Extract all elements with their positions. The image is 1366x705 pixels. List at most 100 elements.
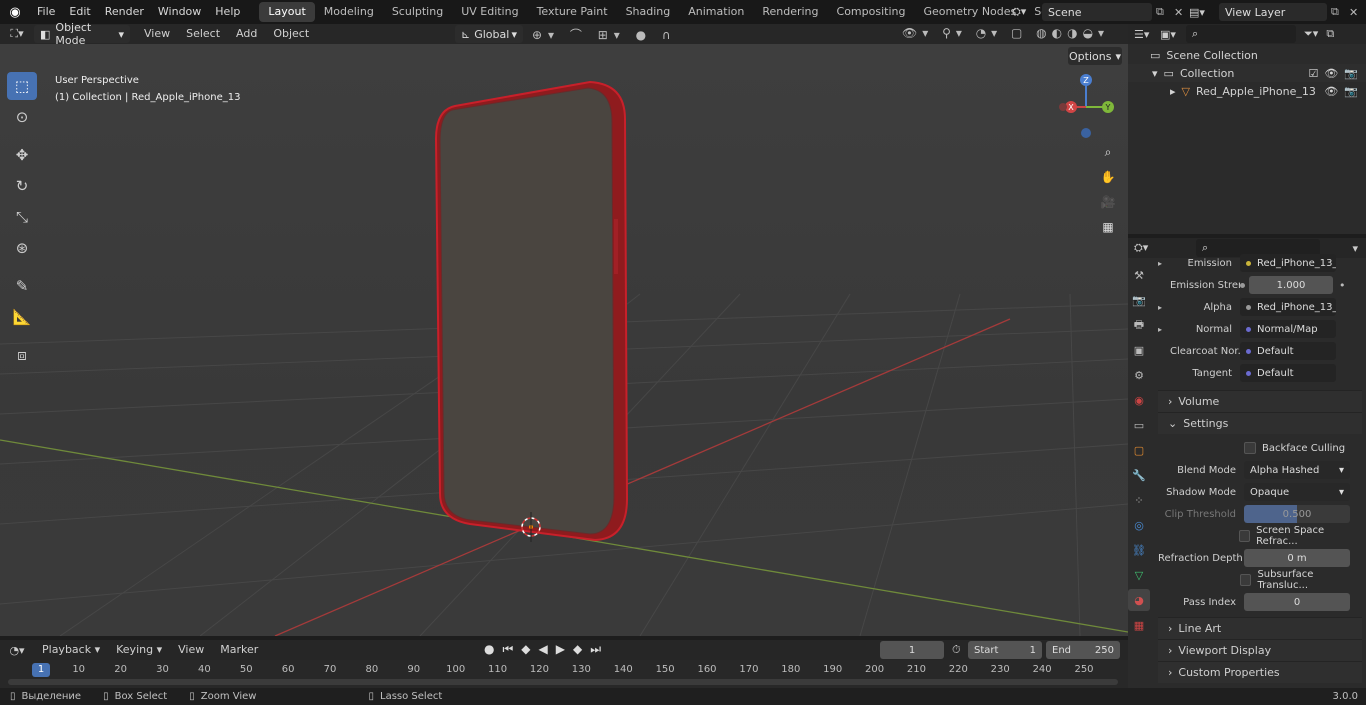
- input-value-field[interactable]: Normal/Map: [1240, 320, 1336, 338]
- outliner-editor-icon[interactable]: ☰▾: [1134, 28, 1160, 41]
- camera-icon[interactable]: 🎥: [1097, 191, 1119, 213]
- view-layer-tab-icon[interactable]: ▣: [1128, 339, 1150, 361]
- tab-rendering[interactable]: Rendering: [753, 2, 827, 22]
- filter-icon[interactable]: ⏷▾: [1304, 27, 1318, 41]
- blend-mode-dropdown[interactable]: Alpha Hashed ▾: [1244, 461, 1350, 479]
- blender-logo-icon[interactable]: ◉: [0, 5, 30, 20]
- collection-tab-icon[interactable]: ▭: [1128, 414, 1150, 436]
- zoom-icon[interactable]: ⌕: [1097, 141, 1119, 163]
- pass-index-field[interactable]: 0: [1244, 593, 1350, 611]
- backface-culling-checkbox[interactable]: [1244, 442, 1256, 454]
- checkbox-icon[interactable]: ☑: [1308, 67, 1318, 80]
- 3d-viewport[interactable]: User Perspective (1) Collection | Red_Ap…: [0, 44, 1128, 636]
- tab-sculpting[interactable]: Sculpting: [383, 2, 452, 22]
- volume-panel-header[interactable]: › Volume: [1158, 390, 1362, 412]
- select-box-tool-icon[interactable]: ⬚: [7, 72, 37, 100]
- expand-arrow-icon[interactable]: ▸: [1170, 85, 1176, 98]
- line-art-panel-header[interactable]: › Line Art: [1158, 617, 1362, 639]
- new-scene-icon[interactable]: ⧉: [1156, 5, 1170, 19]
- timeline-scrollbar[interactable]: [8, 679, 1118, 685]
- world-tab-icon[interactable]: ◉: [1128, 389, 1150, 411]
- cursor-tool-icon[interactable]: ⊙: [7, 103, 37, 131]
- camera-render-icon[interactable]: 📷: [1344, 85, 1358, 98]
- outliner-collection[interactable]: ▾ ▭ Collection ☑ 👁 📷: [1128, 64, 1366, 82]
- eye-icon[interactable]: 👁: [1324, 67, 1338, 80]
- render-tab-icon[interactable]: 📷: [1128, 289, 1150, 311]
- add-menu[interactable]: Add: [228, 24, 265, 44]
- measure-tool-icon[interactable]: 📐: [7, 303, 37, 331]
- move-tool-icon[interactable]: ✥: [7, 141, 37, 169]
- tab-animation[interactable]: Animation: [679, 2, 753, 22]
- view-menu[interactable]: View: [136, 24, 178, 44]
- object-tab-icon[interactable]: ▢: [1128, 439, 1150, 461]
- scene-name-field[interactable]: Scene: [1042, 3, 1152, 21]
- tab-compositing[interactable]: Compositing: [828, 2, 915, 22]
- expand-arrow-icon[interactable]: ▸: [1158, 325, 1170, 334]
- modifier-tab-icon[interactable]: 🔧: [1128, 464, 1150, 486]
- input-value-field[interactable]: 1.000: [1249, 276, 1333, 294]
- view-layer-field[interactable]: View Layer: [1219, 3, 1327, 21]
- expand-arrow-icon[interactable]: ▸: [1158, 303, 1170, 312]
- output-tab-icon[interactable]: 🖶: [1128, 314, 1150, 336]
- transform-tool-icon[interactable]: ⊛: [7, 234, 37, 262]
- input-value-field[interactable]: Red_iPhone_13_S...: [1240, 254, 1336, 272]
- data-tab-icon[interactable]: ▽: [1128, 564, 1150, 586]
- particles-tab-icon[interactable]: ⁘: [1128, 489, 1150, 511]
- keyframe-dot-icon[interactable]: •: [1339, 279, 1346, 292]
- scale-tool-icon[interactable]: ⤡: [7, 203, 37, 231]
- pan-hand-icon[interactable]: ✋: [1097, 166, 1119, 188]
- properties-editor-icon[interactable]: ⛭▾: [1134, 241, 1160, 255]
- tab-geometry-nodes[interactable]: Geometry Nodes: [914, 2, 1025, 22]
- tab-texture-paint[interactable]: Texture Paint: [528, 2, 617, 22]
- material-tab-icon[interactable]: ◕: [1128, 589, 1150, 611]
- constraints-tab-icon[interactable]: ⛓: [1128, 539, 1150, 561]
- custom-properties-panel-header[interactable]: › Custom Properties: [1158, 661, 1362, 683]
- object-menu[interactable]: Object: [265, 24, 317, 44]
- display-mode-icon[interactable]: ▣▾: [1160, 28, 1186, 41]
- tab-modeling[interactable]: Modeling: [315, 2, 383, 22]
- scene-tab-icon[interactable]: ⚙: [1128, 364, 1150, 386]
- iphone-model[interactable]: [434, 80, 629, 542]
- close-scene-icon[interactable]: ✕: [1174, 6, 1188, 19]
- new-view-layer-icon[interactable]: ⧉: [1331, 5, 1345, 19]
- editor-type-icon[interactable]: ⛶▾: [0, 27, 34, 41]
- annotate-tool-icon[interactable]: ✎: [7, 272, 37, 300]
- timeline[interactable]: ◔▾ Playback ▾ Keying ▾ View Marker ●⏮◆◀▶…: [0, 640, 1128, 688]
- navigation-gizmo[interactable]: Z Y X: [1052, 70, 1122, 140]
- tool-tab-icon[interactable]: ⚒: [1128, 264, 1150, 286]
- transform-orientation-dropdown[interactable]: ⊾ Global ▾: [455, 25, 523, 43]
- tab-layout[interactable]: Layout: [259, 2, 315, 22]
- viewport-display-panel-header[interactable]: › Viewport Display: [1158, 639, 1362, 661]
- screen-space-refraction-checkbox[interactable]: [1238, 530, 1251, 542]
- tab-uv-editing[interactable]: UV Editing: [452, 2, 527, 22]
- clip-threshold-slider[interactable]: 0.500: [1244, 505, 1350, 523]
- outliner-scene-collection[interactable]: ▭ Scene Collection: [1128, 46, 1366, 64]
- input-value-field[interactable]: Default: [1240, 364, 1336, 382]
- outliner-object-row[interactable]: ▸ ▽ Red_Apple_iPhone_13 👁 📷: [1128, 82, 1366, 100]
- camera-render-icon[interactable]: 📷: [1344, 67, 1358, 80]
- close-view-layer-icon[interactable]: ✕: [1349, 6, 1363, 19]
- new-collection-icon[interactable]: ⧉: [1326, 27, 1334, 41]
- view-layer-icon[interactable]: ▤▾: [1189, 6, 1215, 19]
- physics-tab-icon[interactable]: ◎: [1128, 514, 1150, 536]
- menu-help[interactable]: Help: [208, 0, 247, 24]
- snap-tools[interactable]: ⊕▾ ⌒ ⊞▾ ● ∩: [532, 26, 677, 43]
- texture-tab-icon[interactable]: ▦: [1128, 614, 1150, 636]
- expand-arrow-icon[interactable]: ▸: [1158, 259, 1170, 268]
- tab-shading[interactable]: Shading: [617, 2, 680, 22]
- perspective-grid-icon[interactable]: ▦: [1097, 216, 1119, 238]
- input-value-field[interactable]: Red_iPhone_13_R...: [1240, 298, 1336, 316]
- rotate-tool-icon[interactable]: ↻: [7, 172, 37, 200]
- expand-arrow-icon[interactable]: ▾: [1152, 67, 1158, 80]
- mode-dropdown[interactable]: ◧ Object Mode ▾: [34, 21, 130, 47]
- input-value-field[interactable]: Default: [1240, 342, 1336, 360]
- scene-icon[interactable]: ⛭▾: [1012, 5, 1038, 19]
- options-dropdown[interactable]: Options ▾: [1068, 47, 1122, 65]
- outliner-search-input[interactable]: ⌕: [1186, 25, 1296, 43]
- refraction-depth-field[interactable]: 0 m: [1244, 549, 1350, 567]
- settings-panel-header[interactable]: ⌄ Settings: [1158, 412, 1362, 434]
- menu-window[interactable]: Window: [151, 0, 208, 24]
- shadow-mode-dropdown[interactable]: Opaque ▾: [1244, 483, 1350, 501]
- subsurface-translucency-checkbox[interactable]: [1239, 574, 1252, 586]
- eye-icon[interactable]: 👁: [1324, 85, 1338, 98]
